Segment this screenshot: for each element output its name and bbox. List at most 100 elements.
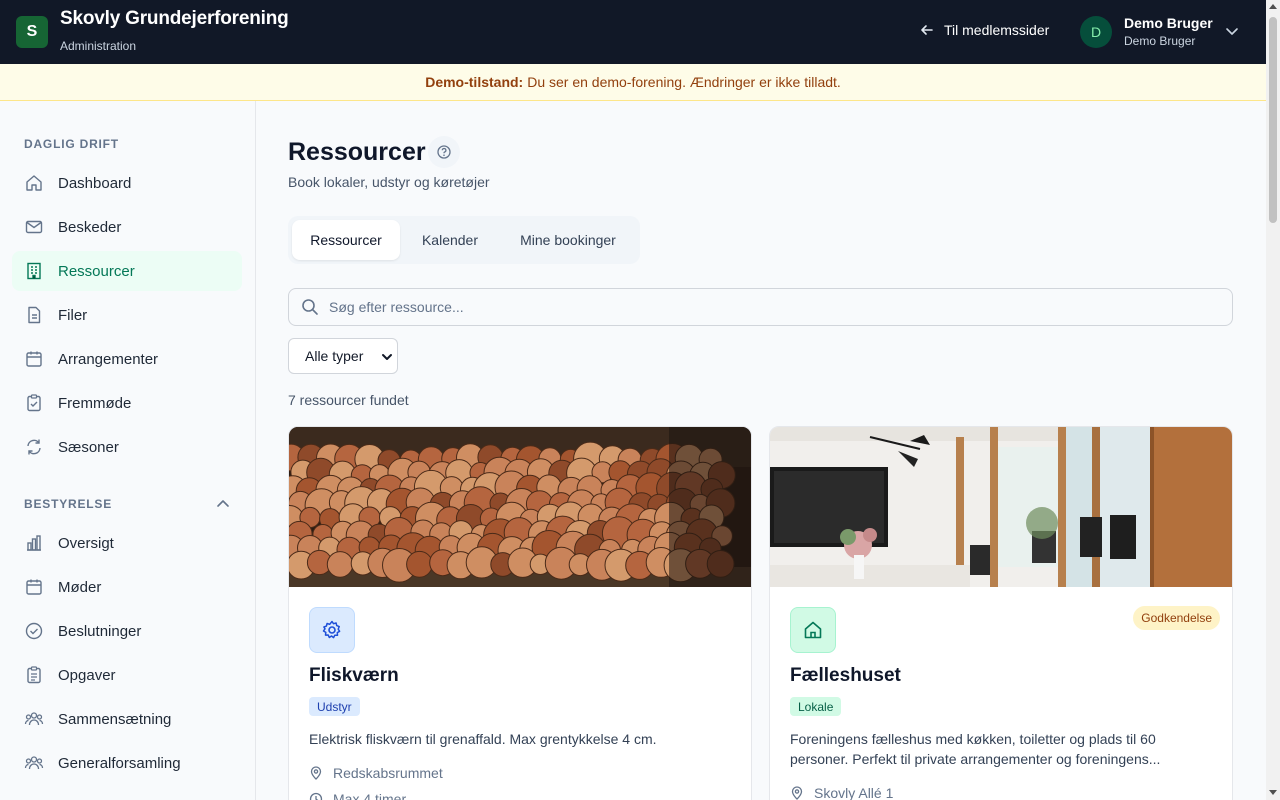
sidebar-item-label: Filer (58, 306, 88, 324)
resource-location-text: Skovly Allé 1 (814, 785, 894, 800)
org-name: Skovly Grundejerforening (60, 8, 289, 29)
sidebar-item-composition[interactable]: Sammensætning (12, 699, 242, 739)
main-content: Ressourcer Book lokaler, udstyr og køret… (256, 101, 1266, 800)
org-logo[interactable]: S (16, 16, 48, 48)
sidebar-item-messages[interactable]: Beskeder (12, 207, 242, 247)
sidebar-item-files[interactable]: Filer (12, 295, 242, 335)
sidebar-item-tasks[interactable]: Opgaver (12, 655, 242, 695)
type-filter-select[interactable]: Alle typer (288, 338, 398, 374)
sidebar-item-events[interactable]: Arrangementer (12, 339, 242, 379)
check-circle-icon (25, 622, 43, 640)
scroll-up-icon[interactable] (1269, 4, 1277, 9)
sidebar-item-label: Arrangementer (58, 350, 159, 368)
sidebar-item-dashboard[interactable]: Dashboard (12, 163, 242, 203)
meeting-room-image (770, 427, 1232, 587)
sidebar-item-decisions[interactable]: Beslutninger (12, 611, 242, 651)
sidebar-item-attendance[interactable]: Fremmøde (12, 383, 242, 423)
clipboard-check-icon (27, 394, 41, 412)
user-role: Demo Bruger (1124, 34, 1196, 48)
sidebar-item-resources[interactable]: Ressourcer (12, 251, 242, 291)
map-pin-icon (310, 766, 322, 780)
sidebar-item-label: Oversigt (58, 534, 114, 552)
users-icon (24, 756, 44, 770)
sidebar-item-label: Sammensætning (58, 710, 172, 728)
resource-type-icon (309, 607, 355, 653)
calendar-icon (26, 351, 42, 367)
tab-calendar[interactable]: Kalender (404, 220, 496, 260)
resource-category-badge: Lokale (790, 697, 842, 716)
sidebar-item-label: Sæsoner (58, 438, 119, 456)
resource-type-icon (790, 607, 836, 653)
map-pin-icon (791, 786, 803, 800)
sidebar-item-label: Beslutninger (58, 622, 142, 640)
resource-image (770, 427, 1232, 587)
file-icon (28, 306, 41, 324)
demo-banner-label: Demo-tilstand: (425, 74, 524, 90)
sidebar-item-general-assembly[interactable]: Generalforsamling (12, 743, 242, 783)
top-bar: S Skovly Grundejerforening Administratio… (0, 0, 1266, 64)
approval-required-badge: Godkendelse (1133, 606, 1220, 630)
resource-description: Foreningens fælleshus med køkken, toilet… (790, 731, 1161, 767)
sidebar-item-label: Generalforsamling (58, 754, 181, 772)
view-tabs: Ressourcer Kalender Mine bookinger (288, 216, 640, 264)
scrollbar-thumb[interactable] (1269, 17, 1277, 223)
resource-location-text: Redskabsrummet (333, 765, 443, 781)
mail-icon (25, 220, 43, 234)
resource-title[interactable]: Fælleshuset (790, 665, 901, 687)
sidebar-item-label: Ressourcer (58, 262, 135, 280)
calendar-icon (26, 579, 42, 595)
sidebar-item-label: Beskeder (58, 218, 122, 236)
avatar[interactable]: D (1080, 16, 1112, 48)
tab-resources[interactable]: Ressourcer (292, 220, 400, 260)
sidebar: DAGLIG DRIFT Dashboard Beskeder Ressourc… (0, 101, 256, 800)
bar-chart-icon (27, 535, 41, 551)
log-pile-image (289, 427, 751, 587)
tab-my-bookings[interactable]: Mine bookinger (500, 220, 636, 260)
help-button[interactable] (428, 136, 460, 168)
back-to-member-pages-link[interactable]: Til medlemssider (920, 22, 1049, 38)
help-icon (437, 145, 451, 159)
resource-category-badge: Udstyr (309, 697, 360, 716)
home-icon (26, 175, 42, 191)
chevron-down-icon (382, 354, 392, 360)
resource-duration: Max 4 timer (309, 791, 406, 800)
type-filter-value: Alle typer (305, 348, 364, 364)
arrow-left-icon (921, 25, 933, 35)
sidebar-item-seasons[interactable]: Sæsoner (12, 427, 242, 467)
building-icon (27, 262, 41, 280)
clipboard-list-icon (27, 666, 41, 684)
sidebar-item-label: Dashboard (58, 174, 132, 192)
resource-duration-text: Max 4 timer (333, 791, 407, 800)
sidebar-section-title-board: BESTYRELSE (24, 497, 113, 511)
chevron-down-icon[interactable] (1225, 24, 1239, 38)
resource-image (289, 427, 751, 587)
sidebar-item-label: Fremmøde (58, 394, 132, 412)
users-icon (24, 712, 44, 726)
sidebar-item-label: Opgaver (58, 666, 116, 684)
sidebar-section-title-daily: DAGLIG DRIFT (24, 137, 119, 151)
search-box (288, 288, 1233, 326)
search-input[interactable] (329, 299, 1209, 315)
user-name[interactable]: Demo Bruger (1124, 15, 1213, 31)
sidebar-item-meetings[interactable]: Møder (12, 567, 242, 607)
demo-banner-text: Du ser en demo-forening. Ændringer er ik… (527, 74, 841, 90)
sidebar-item-label: Møder (58, 578, 102, 596)
resource-title[interactable]: Fliskværn (309, 665, 399, 687)
resource-description: Elektrisk fliskværn til grenaffald. Max … (309, 731, 657, 747)
resource-card[interactable]: Godkendelse Fælleshuset Lokale Foreninge… (769, 426, 1233, 800)
scroll-down-icon[interactable] (1269, 790, 1277, 795)
refresh-icon (27, 439, 41, 455)
page-subtitle: Book lokaler, udstyr og køretøjer (288, 174, 490, 190)
org-subtitle: Administration (60, 39, 137, 53)
resource-card[interactable]: Fliskværn Udstyr Elektrisk fliskværn til… (288, 426, 752, 800)
sidebar-item-overview[interactable]: Oversigt (12, 523, 242, 563)
result-count: 7 ressourcer fundet (288, 392, 409, 408)
chevron-up-icon[interactable] (216, 497, 230, 511)
page-title: Ressourcer (288, 138, 426, 166)
page-scrollbar[interactable] (1266, 0, 1280, 800)
gear-icon (322, 620, 341, 639)
resource-location: Redskabsrummet (309, 765, 443, 781)
back-link-label: Til medlemssider (944, 22, 1050, 38)
resource-location: Skovly Allé 1 (790, 785, 893, 800)
search-icon (302, 299, 318, 315)
